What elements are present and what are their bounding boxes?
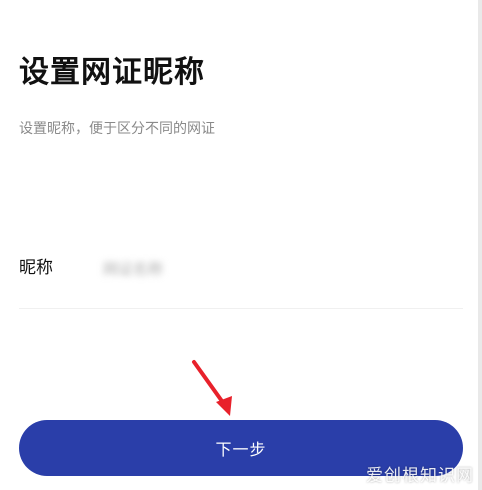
nickname-input[interactable] xyxy=(103,254,443,282)
divider xyxy=(19,308,463,309)
red-arrow-icon xyxy=(192,360,232,416)
nickname-row: 昵称 xyxy=(19,246,463,296)
page-subtitle: 设置昵称，便于区分不同的网证 xyxy=(19,121,215,137)
watermark: 爱创根知识网 xyxy=(366,466,474,486)
nickname-setup-screen: 设置网证昵称 设置昵称，便于区分不同的网证 昵称 下一步 爱创根知识网 xyxy=(0,0,482,490)
page-title: 设置网证昵称 xyxy=(19,55,205,90)
nickname-label: 昵称 xyxy=(19,258,53,278)
screen-edge xyxy=(478,0,482,490)
